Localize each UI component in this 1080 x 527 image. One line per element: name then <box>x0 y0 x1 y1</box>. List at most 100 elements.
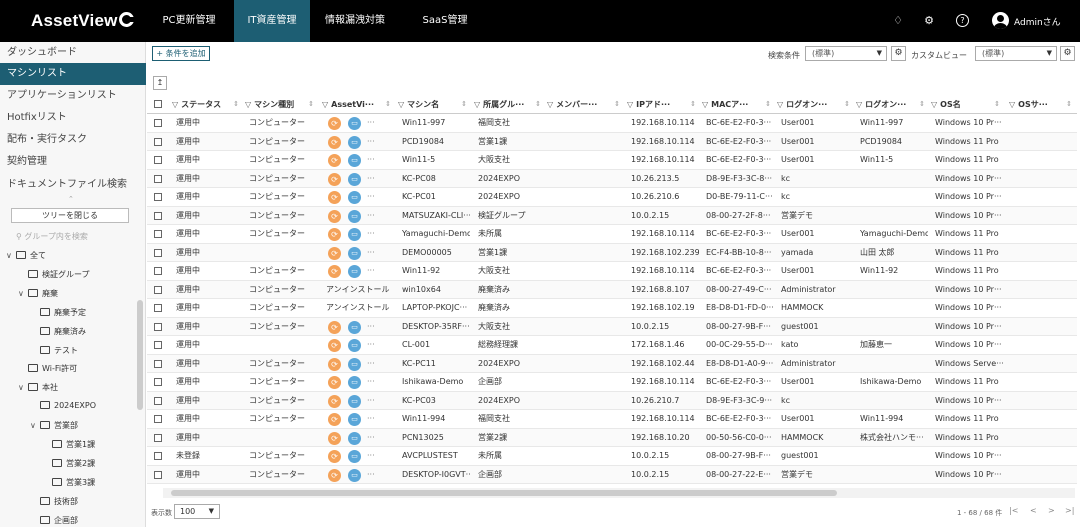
more-icon[interactable]: ··· <box>367 336 375 354</box>
table-row[interactable]: 運用中 ⟳ ▭ ··· DEMO00005 営業1課 192.168.102.239 EC-F… <box>147 243 1077 262</box>
last-page-button[interactable]: >| <box>1065 506 1074 515</box>
filter-icon[interactable]: ▽ <box>398 100 404 109</box>
refresh-icon[interactable]: ⟳ <box>328 320 341 334</box>
search-condition-gear-icon[interactable]: ⚙ <box>891 46 906 61</box>
row-checkbox[interactable] <box>154 230 162 238</box>
export-icon[interactable]: ↥ <box>153 76 167 90</box>
group-search-input[interactable]: ⚲ グループ内を検索 <box>16 231 88 242</box>
filter-icon[interactable]: ▽ <box>245 100 251 109</box>
chevron-down-icon[interactable]: ∨ <box>18 383 28 392</box>
row-checkbox[interactable] <box>154 119 162 127</box>
row-checkbox[interactable] <box>154 285 162 294</box>
monitor-icon[interactable]: ▭ <box>348 431 361 445</box>
table-row[interactable]: 運用中 コンピューター ⟳ ▭ ··· Yamaguchi-Demo 未所属 192.168.… <box>147 225 1077 244</box>
filter-icon[interactable]: ▽ <box>322 100 328 109</box>
refresh-icon[interactable]: ⟳ <box>328 413 341 426</box>
table-row[interactable]: 運用中 コンピューター アンインストール win10x64 廃棄済み 192.168.8.… <box>147 280 1077 299</box>
table-row[interactable]: 運用中 コンピューター ⟳ ▭ ··· DESKTOP-I0GVT··· 企画部 10.0.2… <box>147 465 1077 484</box>
refresh-icon[interactable]: ⟳ <box>328 246 341 260</box>
tree-node[interactable]: 営業3課 <box>42 477 95 488</box>
monitor-icon[interactable]: ▭ <box>348 376 361 389</box>
monitor-icon[interactable]: ▭ <box>348 154 361 167</box>
tree-node[interactable]: 技術部 <box>30 496 78 507</box>
table-row[interactable]: 運用中 コンピューター ⟳ ▭ ··· PCD19084 営業1課 192.168.10.11… <box>147 132 1077 151</box>
table-row[interactable]: 運用中 コンピューター ⟳ ▭ ··· KC-PC01 2024EXPO 10.26.210.… <box>147 188 1077 207</box>
more-icon[interactable]: ··· <box>367 429 375 447</box>
refresh-icon[interactable]: ⟳ <box>328 191 341 204</box>
custom-view-select[interactable]: (標準) ▼ <box>975 46 1057 61</box>
sort-icon[interactable]: ⇕ <box>385 95 391 114</box>
sort-icon[interactable]: ⇕ <box>1066 95 1072 114</box>
filter-icon[interactable]: ▽ <box>702 100 708 109</box>
page-size-select[interactable]: 100 ▼ <box>174 504 220 519</box>
refresh-icon[interactable]: ⟳ <box>328 265 341 278</box>
table-row[interactable]: 運用中 コンピューター ⟳ ▭ ··· KC-PC03 2024EXPO 10.26.210.… <box>147 391 1077 410</box>
tree-node[interactable]: テスト <box>30 345 78 356</box>
more-icon[interactable]: ··· <box>367 262 375 280</box>
table-row[interactable]: 運用中 コンピューター ⟳ ▭ ··· Ishikawa-Demo 企画部 192.168.1… <box>147 373 1077 392</box>
sort-icon[interactable]: ⇕ <box>994 95 1000 114</box>
filter-icon[interactable]: ▽ <box>627 100 633 109</box>
monitor-icon[interactable]: ▭ <box>348 357 361 371</box>
row-checkbox[interactable] <box>154 359 162 368</box>
table-row[interactable]: 運用中 コンピューター ⟳ ▭ ··· MATSUZAKI-CLI··· 検証グループ 10.… <box>147 206 1077 225</box>
row-checkbox[interactable] <box>154 267 162 275</box>
monitor-icon[interactable]: ▭ <box>348 394 361 408</box>
monitor-icon[interactable]: ▭ <box>348 339 361 352</box>
row-checkbox[interactable] <box>154 470 162 479</box>
row-checkbox[interactable] <box>154 396 162 405</box>
sort-icon[interactable]: ⇕ <box>535 95 541 114</box>
filter-icon[interactable]: ▽ <box>931 100 937 109</box>
avatar[interactable] <box>992 12 1009 29</box>
refresh-icon[interactable]: ⟳ <box>328 228 341 241</box>
sidebar-item-dashboard[interactable]: ダッシュボード <box>0 42 146 64</box>
gear-icon[interactable]: ⚙ <box>922 14 936 28</box>
column-header[interactable]: ▽ ログオン··· ⇕ <box>856 95 928 114</box>
sidebar-item-contracts[interactable]: 契約管理 <box>0 151 146 173</box>
sidebar-item-hotfix[interactable]: Hotfixリスト <box>0 107 146 129</box>
row-checkbox[interactable] <box>154 304 162 312</box>
bell-icon[interactable]: ♢ <box>891 14 905 28</box>
column-header[interactable]: ▽ 所属グル··· ⇕ <box>474 95 544 114</box>
chevron-down-icon[interactable]: ∨ <box>6 251 16 260</box>
row-checkbox[interactable] <box>154 452 162 460</box>
tree-node[interactable]: 2024EXPO <box>30 401 96 410</box>
user-name[interactable]: Adminさん <box>1014 15 1061 28</box>
horizontal-scrollbar[interactable] <box>171 490 837 496</box>
search-condition-select[interactable]: (標準) ▼ <box>805 46 887 61</box>
monitor-icon[interactable]: ▭ <box>348 172 361 186</box>
monitor-icon[interactable]: ▭ <box>348 320 361 334</box>
more-icon[interactable]: ··· <box>367 170 375 188</box>
filter-icon[interactable]: ▽ <box>547 100 553 109</box>
tree-node[interactable]: 廃棄予定 <box>30 307 86 318</box>
column-header[interactable]: ▽ OSサ··· ⇕ <box>1009 95 1075 114</box>
more-icon[interactable]: ··· <box>367 447 375 465</box>
refresh-icon[interactable]: ⟳ <box>328 357 341 371</box>
first-page-button[interactable]: |< <box>1009 506 1018 515</box>
column-header[interactable]: ▽ マシン名 ⇕ <box>398 95 470 114</box>
monitor-icon[interactable]: ▭ <box>348 246 361 260</box>
monitor-icon[interactable]: ▭ <box>348 135 361 149</box>
more-icon[interactable]: ··· <box>367 114 375 132</box>
table-row[interactable]: 未登録 コンピューター ⟳ ▭ ··· AVCPLUSTEST 未所属 10.0.2.15 08… <box>147 447 1077 466</box>
table-row[interactable]: 運用中 コンピューター ⟳ ▭ ··· KC-PC08 2024EXPO 10.26.213.… <box>147 169 1077 188</box>
sort-icon[interactable]: ⇕ <box>844 95 850 114</box>
sort-icon[interactable]: ⇕ <box>461 95 467 114</box>
row-checkbox[interactable] <box>154 156 162 164</box>
more-icon[interactable]: ··· <box>367 133 375 151</box>
refresh-icon[interactable]: ⟳ <box>328 394 341 408</box>
filter-icon[interactable]: ▽ <box>856 100 862 109</box>
sort-icon[interactable]: ⇕ <box>765 95 771 114</box>
monitor-icon[interactable]: ▭ <box>348 413 361 426</box>
refresh-icon[interactable]: ⟳ <box>328 135 341 149</box>
sidebar-item-machine-list[interactable]: マシンリスト <box>0 63 146 85</box>
monitor-icon[interactable]: ▭ <box>348 468 361 482</box>
sort-icon[interactable]: ⇕ <box>233 95 239 114</box>
chevron-down-icon[interactable]: ∨ <box>18 289 28 298</box>
sidebar-item-doc-search[interactable]: ドキュメントファイル検索 <box>0 174 146 196</box>
tree-node[interactable]: ∨ 廃棄 <box>18 288 58 299</box>
row-checkbox[interactable] <box>154 193 162 201</box>
column-header[interactable]: ▽ AssetVi··· ⇕ <box>322 95 394 114</box>
sidebar-scrollbar[interactable] <box>137 300 143 410</box>
tree-node[interactable]: ∨ 本社 <box>18 382 58 393</box>
